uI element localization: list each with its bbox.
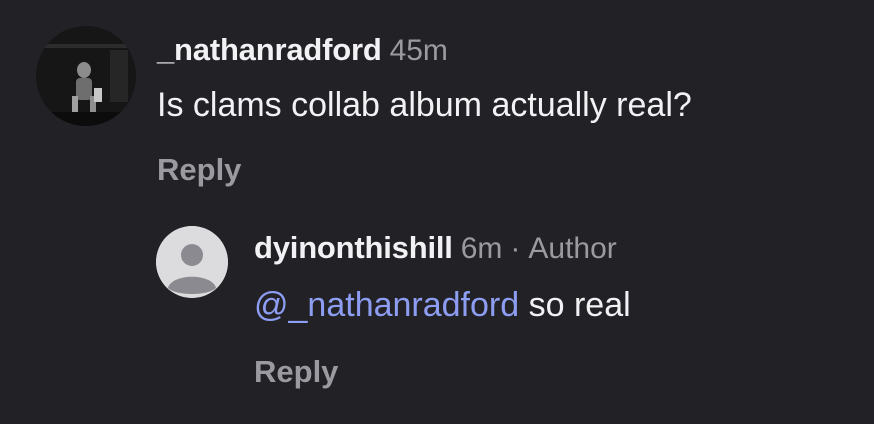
timestamp: 45m xyxy=(389,34,448,67)
comment-header: _nathanradford 45m xyxy=(157,32,448,68)
reply-message: so real xyxy=(528,286,631,324)
user-photo-icon xyxy=(36,26,136,126)
mention-link[interactable]: @_nathanradford xyxy=(254,286,519,324)
default-user-icon xyxy=(156,226,228,298)
author-badge: Author xyxy=(528,232,617,265)
username[interactable]: _nathanradford xyxy=(157,32,382,68)
timestamp: 6m xyxy=(460,232,503,265)
separator: · xyxy=(510,232,521,265)
reply-button[interactable]: Reply xyxy=(254,354,338,390)
reply-header: dyinonthishill 6m · Author xyxy=(254,230,617,266)
avatar[interactable] xyxy=(36,26,136,126)
username[interactable]: dyinonthishill xyxy=(254,230,453,266)
avatar[interactable] xyxy=(156,226,228,298)
comment-text: Is clams collab album actually real? xyxy=(157,86,692,124)
reply-text: @_nathanradford so real xyxy=(254,286,631,325)
reply-button[interactable]: Reply xyxy=(157,152,241,188)
comment-thread: _nathanradford 45m Is clams collab album… xyxy=(0,0,874,424)
